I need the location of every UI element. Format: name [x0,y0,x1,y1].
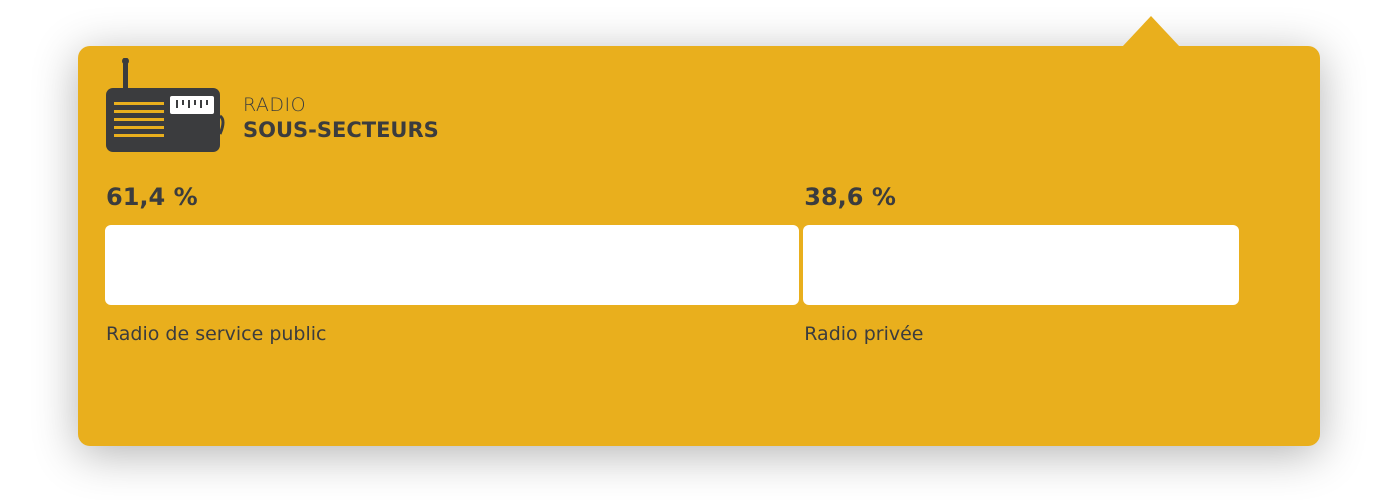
category-label-public: Radio de service public [106,323,327,345]
category-label-private: Radio privée [804,323,924,345]
category-label: RADIO [243,94,307,116]
bar-private [803,225,1239,305]
value-label-private: 38,6 % [804,183,896,211]
section-title: SOUS-SECTEURS [243,118,439,142]
bar-public [105,225,800,305]
value-label-public: 61,4 % [106,183,198,211]
chart-title: RADIO SOUS-SECTEURS [243,94,439,144]
radio-icon [106,57,226,154]
card-pointer [1122,16,1180,47]
